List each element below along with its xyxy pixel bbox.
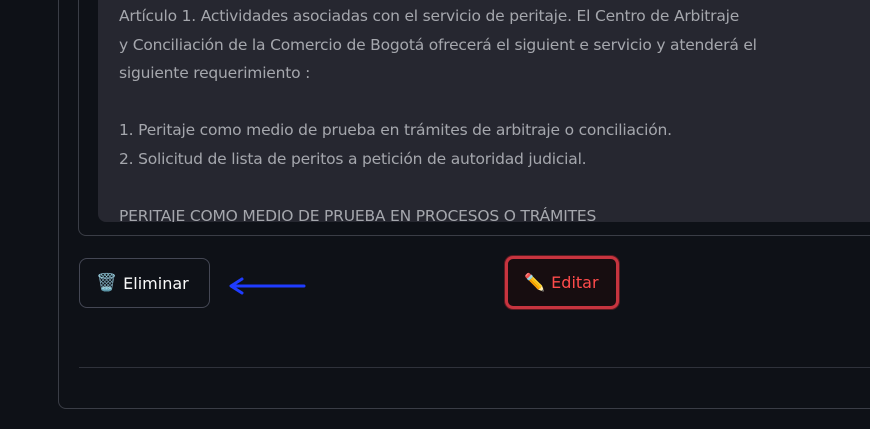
- text-line: siguiente requerimiento :: [119, 64, 311, 82]
- delete-button[interactable]: 🗑️ Eliminar: [79, 258, 210, 308]
- delete-button-label: Eliminar: [123, 273, 189, 293]
- edit-button[interactable]: ✏️ Editar: [505, 256, 619, 309]
- pencil-icon: ✏️: [524, 272, 546, 293]
- left-arrow-icon: [229, 277, 306, 295]
- content-text-area[interactable]: Artículo 1. Actividades asociadas con el…: [98, 0, 870, 222]
- text-line: 1. Peritaje como medio de prueba en trám…: [119, 121, 672, 139]
- divider: [79, 367, 870, 368]
- edit-button-label: Editar: [551, 273, 599, 292]
- text-line: PERITAJE COMO MEDIO DE PRUEBA EN PROCESO…: [119, 206, 597, 223]
- text-line: y Conciliación de la Comercio de Bogotá …: [119, 35, 757, 54]
- text-line: 2. Solicitud de lista de peritos a petic…: [119, 149, 587, 168]
- trash-icon: 🗑️: [96, 273, 118, 293]
- text-line: Artículo 1. Actividades asociadas con el…: [119, 7, 740, 25]
